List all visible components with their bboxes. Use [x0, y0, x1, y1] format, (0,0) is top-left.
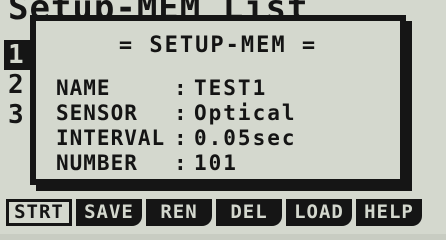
field-label: NUMBER — [56, 150, 138, 175]
field-separator: : — [174, 125, 188, 150]
field-interval: INTERVAL : 0.05sec — [56, 125, 297, 150]
field-separator: : — [174, 100, 188, 125]
field-value: TEST1 — [194, 75, 268, 100]
list-item-number: 3 — [8, 100, 24, 130]
list-item-number: 1 — [8, 40, 24, 70]
field-number: NUMBER : 101 — [56, 150, 297, 175]
rename-button[interactable]: REN — [146, 199, 212, 226]
dialog-title: = SETUP-MEM = — [118, 33, 318, 58]
help-button[interactable]: HELP — [356, 199, 422, 226]
setup-mem-dialog: = SETUP-MEM = NAME : TEST1 SENSOR : Opti… — [30, 15, 406, 185]
field-separator: : — [174, 75, 188, 100]
start-button[interactable]: STRT — [6, 199, 72, 226]
field-value: 101 — [194, 150, 238, 175]
delete-button[interactable]: DEL — [216, 199, 282, 226]
field-label: INTERVAL — [56, 125, 166, 150]
field-sensor: SENSOR : Optical — [56, 100, 297, 125]
field-label: NAME — [56, 75, 111, 100]
field-name: NAME : TEST1 — [56, 75, 297, 100]
setup-fields: NAME : TEST1 SENSOR : Optical INTERVAL :… — [56, 75, 297, 175]
list-item-number: 2 — [8, 70, 24, 100]
field-separator: : — [174, 150, 188, 175]
field-label: SENSOR — [56, 100, 138, 125]
load-button[interactable]: LOAD — [286, 199, 352, 226]
calculator-screen: Setup-MEM List 1 2 3 = SETUP-MEM = NAME … — [0, 0, 446, 234]
function-key-bar: STRT SAVE REN DEL LOAD HELP — [6, 199, 422, 226]
field-value: 0.05sec — [194, 125, 297, 150]
field-value: Optical — [194, 100, 297, 125]
save-button[interactable]: SAVE — [76, 199, 142, 226]
